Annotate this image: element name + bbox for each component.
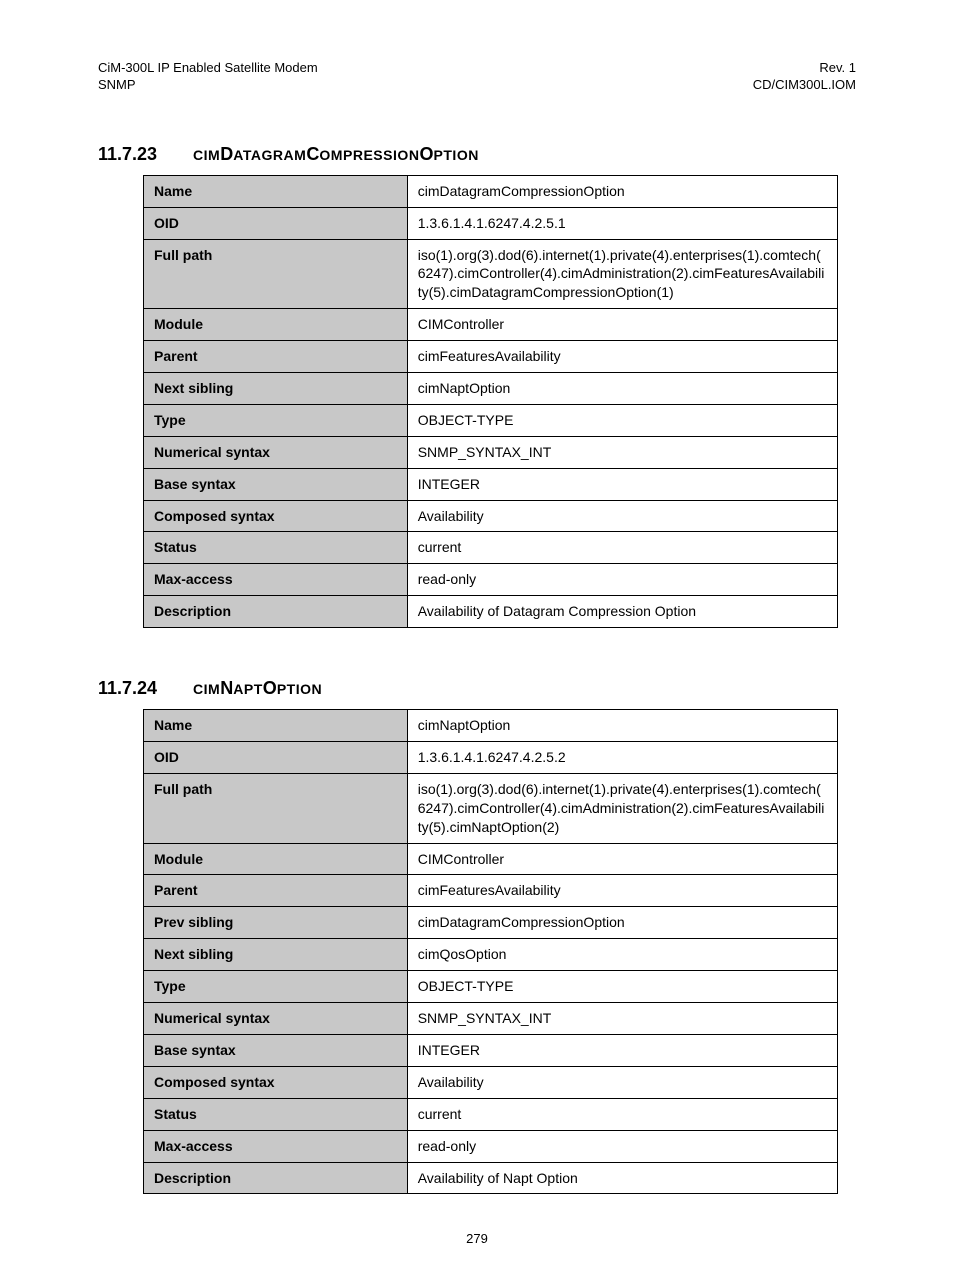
row-value: OBJECT-TYPE [407,971,837,1003]
row-label: Base syntax [144,468,408,500]
row-label: Base syntax [144,1034,408,1066]
table-row: DescriptionAvailability of Datagram Comp… [144,596,838,628]
row-value: Availability [407,1066,837,1098]
row-label: OID [144,207,408,239]
doc-revision: Rev. 1 [753,60,856,77]
table-row: NamecimDatagramCompressionOption [144,175,838,207]
row-label: Description [144,596,408,628]
table-row: Composed syntaxAvailability [144,1066,838,1098]
row-value: current [407,532,837,564]
section-title: cimDatagramCompressionOption [193,144,479,164]
row-label: Numerical syntax [144,436,408,468]
row-label: Composed syntax [144,500,408,532]
table-row: Max-accessread-only [144,564,838,596]
page-header: CiM-300L IP Enabled Satellite Modem SNMP… [98,60,856,94]
row-value: cimDatagramCompressionOption [407,175,837,207]
sections-container: 11.7.23cimDatagramCompressionOptionNamec… [98,144,856,1195]
row-label: Module [144,309,408,341]
table-row: DescriptionAvailability of Napt Option [144,1162,838,1194]
table-row: TypeOBJECT-TYPE [144,404,838,436]
row-value: cimDatagramCompressionOption [407,907,837,939]
row-value: INTEGER [407,468,837,500]
row-label: Type [144,404,408,436]
row-value: INTEGER [407,1034,837,1066]
row-value: cimNaptOption [407,710,837,742]
row-value: Availability of Napt Option [407,1162,837,1194]
row-value: CIMController [407,309,837,341]
row-label: Full path [144,239,408,309]
section-number: 11.7.24 [98,678,193,699]
row-label: Name [144,710,408,742]
table-row: Next siblingcimQosOption [144,939,838,971]
row-label: Prev sibling [144,907,408,939]
row-value: SNMP_SYNTAX_INT [407,436,837,468]
row-label: Max-access [144,1130,408,1162]
row-label: Module [144,843,408,875]
spec-table: NamecimDatagramCompressionOptionOID1.3.6… [143,175,838,628]
row-value: iso(1).org(3).dod(6).internet(1).private… [407,773,837,843]
row-label: Description [144,1162,408,1194]
table-row: Next siblingcimNaptOption [144,373,838,405]
table-row: Base syntaxINTEGER [144,468,838,500]
row-label: Next sibling [144,373,408,405]
table-row: Numerical syntaxSNMP_SYNTAX_INT [144,1003,838,1035]
row-label: Parent [144,341,408,373]
table-row: Numerical syntaxSNMP_SYNTAX_INT [144,436,838,468]
table-row: TypeOBJECT-TYPE [144,971,838,1003]
table-row: Full pathiso(1).org(3).dod(6).internet(1… [144,239,838,309]
table-row: Statuscurrent [144,1098,838,1130]
table-row: OID1.3.6.1.4.1.6247.4.2.5.2 [144,742,838,774]
row-value: Availability of Datagram Compression Opt… [407,596,837,628]
row-label: Status [144,1098,408,1130]
row-value: current [407,1098,837,1130]
row-label: Type [144,971,408,1003]
document-page: CiM-300L IP Enabled Satellite Modem SNMP… [0,0,954,1284]
table-row: Statuscurrent [144,532,838,564]
row-value: cimNaptOption [407,373,837,405]
row-value: read-only [407,1130,837,1162]
row-value: cimFeaturesAvailability [407,875,837,907]
row-value: 1.3.6.1.4.1.6247.4.2.5.2 [407,742,837,774]
row-label: Composed syntax [144,1066,408,1098]
table-row: Composed syntaxAvailability [144,500,838,532]
row-value: iso(1).org(3).dod(6).internet(1).private… [407,239,837,309]
row-value: CIMController [407,843,837,875]
row-value: SNMP_SYNTAX_INT [407,1003,837,1035]
section-heading: 11.7.23cimDatagramCompressionOption [98,144,856,165]
doc-title: CiM-300L IP Enabled Satellite Modem [98,60,318,77]
table-row: Max-accessread-only [144,1130,838,1162]
table-row: NamecimNaptOption [144,710,838,742]
row-label: OID [144,742,408,774]
header-right: Rev. 1 CD/CIM300L.IOM [753,60,856,94]
row-label: Status [144,532,408,564]
table-row: Full pathiso(1).org(3).dod(6).internet(1… [144,773,838,843]
row-label: Full path [144,773,408,843]
row-label: Max-access [144,564,408,596]
spec-table: NamecimNaptOptionOID1.3.6.1.4.1.6247.4.2… [143,709,838,1194]
section-heading: 11.7.24cimNaptOption [98,678,856,699]
page-number: 279 [0,1231,954,1246]
table-row: OID1.3.6.1.4.1.6247.4.2.5.1 [144,207,838,239]
section-number: 11.7.23 [98,144,193,165]
row-label: Numerical syntax [144,1003,408,1035]
table-row: Base syntaxINTEGER [144,1034,838,1066]
table-row: ModuleCIMController [144,309,838,341]
header-left: CiM-300L IP Enabled Satellite Modem SNMP [98,60,318,94]
row-value: Availability [407,500,837,532]
table-row: ParentcimFeaturesAvailability [144,341,838,373]
table-row: ParentcimFeaturesAvailability [144,875,838,907]
table-row: Prev siblingcimDatagramCompressionOption [144,907,838,939]
doc-subtitle: SNMP [98,77,318,94]
row-value: read-only [407,564,837,596]
row-value: cimFeaturesAvailability [407,341,837,373]
doc-code: CD/CIM300L.IOM [753,77,856,94]
row-label: Name [144,175,408,207]
row-value: cimQosOption [407,939,837,971]
table-row: ModuleCIMController [144,843,838,875]
row-label: Next sibling [144,939,408,971]
row-label: Parent [144,875,408,907]
row-value: 1.3.6.1.4.1.6247.4.2.5.1 [407,207,837,239]
section-title: cimNaptOption [193,678,322,698]
row-value: OBJECT-TYPE [407,404,837,436]
